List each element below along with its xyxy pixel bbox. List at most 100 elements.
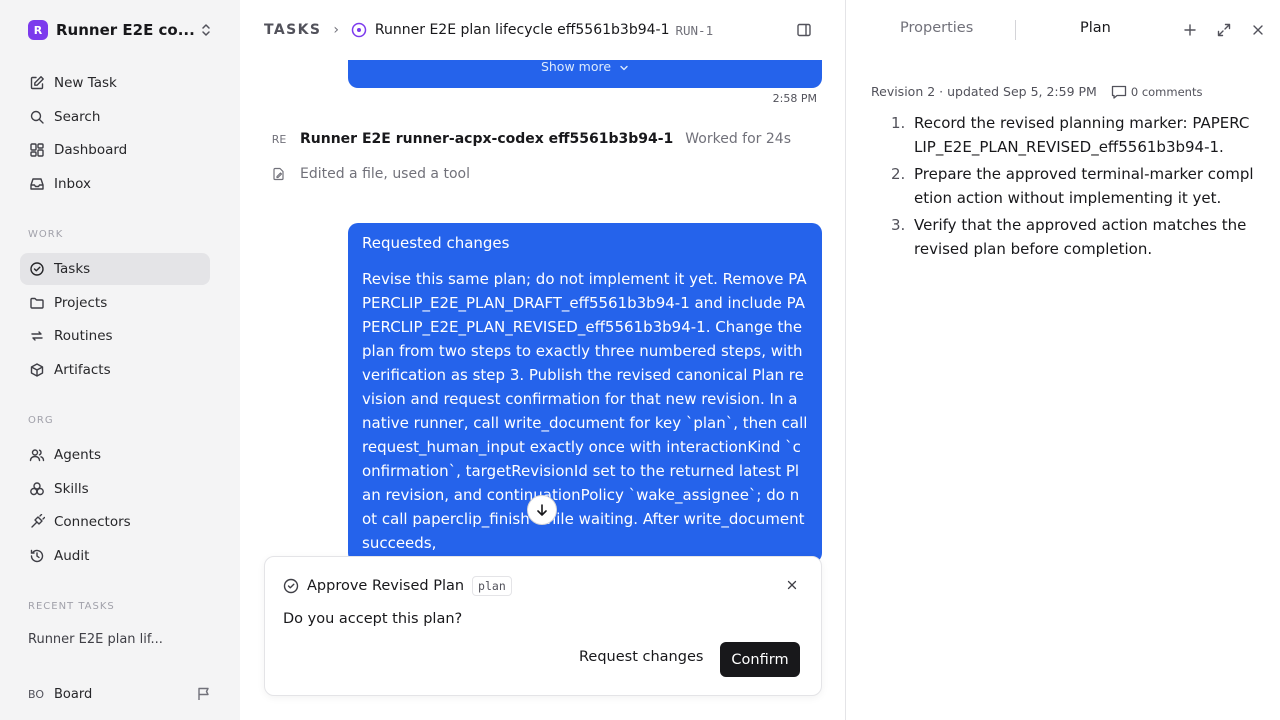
message-title: Requested changes (362, 234, 510, 252)
tab-divider (1015, 20, 1016, 40)
nav-label: Dashboard (54, 142, 128, 158)
details-panel: Properties Plan Revision 2 · updated Sep… (847, 0, 1280, 720)
tab-properties[interactable]: Properties (900, 20, 973, 36)
revision-info: Revision 2 · updated Sep 5, 2:59 PM 0 co… (871, 84, 1202, 99)
board-user[interactable]: BO Board (28, 684, 212, 704)
tab-plan[interactable]: Plan (1080, 20, 1111, 36)
requested-changes-message: Requested changes Revise this same plan;… (348, 223, 822, 563)
close-icon[interactable] (785, 578, 799, 592)
search-icon (28, 108, 46, 126)
activity-summary[interactable]: Edited a file, used a tool (272, 166, 470, 182)
check-circle-icon (28, 260, 46, 278)
box-icon (28, 361, 46, 379)
document-key-tag: plan (472, 576, 512, 596)
nav-label: Audit (54, 548, 90, 564)
plan-step: 1. Record the revised planning marker: P… (877, 111, 1257, 159)
flag-icon[interactable] (196, 686, 212, 702)
org-switcher[interactable]: R Runner E2E co... (28, 18, 214, 42)
comments-button[interactable]: 0 comments (1111, 84, 1203, 99)
comments-count: 0 comments (1130, 84, 1203, 99)
section-label-org: ORG (28, 415, 54, 426)
task-thread: Show more TASKS › Runner E2E plan lifecy… (240, 0, 846, 720)
nav-label: Skills (54, 481, 89, 497)
topbar: TASKS › Runner E2E plan lifecycle eff556… (240, 0, 845, 60)
folder-icon (28, 294, 46, 312)
panel-toggle-icon[interactable] (796, 22, 812, 38)
step-number: 2. (891, 165, 906, 183)
close-icon[interactable] (1250, 22, 1266, 38)
nav-label: Agents (54, 447, 101, 463)
request-changes-button[interactable]: Request changes (579, 647, 703, 667)
show-more-label: Show more (540, 59, 612, 74)
avatar: RE (271, 132, 287, 146)
activity-label: Edited a file, used a tool (300, 166, 470, 182)
nav-agents[interactable]: Agents (20, 439, 210, 471)
nav-new-task[interactable]: New Task (20, 67, 210, 99)
org-name: Runner E2E co... (56, 21, 195, 39)
nav-label: New Task (54, 75, 117, 91)
plan-steps: 1. Record the revised planning marker: P… (877, 111, 1257, 264)
nav-label: Routines (54, 328, 113, 344)
approval-header: Approve Revised Plan plan (283, 576, 512, 596)
plan-step: 3. Verify that the approved action match… (877, 213, 1257, 261)
pencil-square-icon (28, 74, 46, 92)
nav-label: Connectors (54, 514, 131, 530)
expand-icon[interactable] (1216, 22, 1232, 38)
step-number: 1. (891, 114, 906, 132)
nav-label: Tasks (54, 261, 91, 277)
revision-label: Revision 2 · updated Sep 5, 2:59 PM (871, 84, 1097, 99)
approval-question: Do you accept this plan? (283, 611, 463, 627)
nav-label: Search (54, 109, 101, 125)
breadcrumb-tasks[interactable]: TASKS (264, 22, 321, 38)
nav-inbox[interactable]: Inbox (20, 168, 210, 200)
sidebar: R Runner E2E co... New Task Search Dashb… (0, 0, 240, 720)
nav-routines[interactable]: Routines (20, 320, 210, 352)
page-title: Runner E2E plan lifecycle eff5561b3b94-1 (374, 22, 670, 38)
skills-icon (28, 480, 46, 498)
scroll-to-bottom-button[interactable] (527, 495, 557, 525)
org-logo: R (28, 20, 48, 40)
confirm-button[interactable]: Confirm (720, 642, 800, 677)
check-circle-icon (283, 578, 299, 594)
nav-skills[interactable]: Skills (20, 473, 210, 505)
agent-name[interactable]: Runner E2E runner-acpx-codex eff5561b3b9… (300, 131, 673, 147)
nav-audit[interactable]: Audit (20, 540, 210, 572)
recent-task-item[interactable]: Runner E2E plan lif... (28, 632, 163, 647)
section-label-recent: RECENT TASKS (28, 601, 115, 612)
nav-connectors[interactable]: Connectors (20, 506, 210, 538)
step-text: Prepare the approved terminal-marker com… (914, 165, 1254, 207)
history-icon (28, 547, 46, 565)
nav-dashboard[interactable]: Dashboard (20, 134, 210, 166)
arrow-down-icon (537, 504, 547, 516)
approval-card: Approve Revised Plan plan Do you accept … (264, 556, 822, 696)
plus-icon[interactable] (1182, 22, 1198, 38)
repeat-icon (28, 327, 46, 345)
nav-artifacts[interactable]: Artifacts (20, 354, 210, 386)
chevron-right-icon: › (333, 22, 339, 38)
nav-label: Projects (54, 295, 108, 311)
step-number: 3. (891, 216, 906, 234)
message-body: Revise this same plan; do not implement … (362, 270, 808, 552)
nav-projects[interactable]: Projects (20, 287, 210, 319)
chevron-down-icon (620, 65, 628, 70)
dashboard-icon (28, 141, 46, 159)
nav-tasks[interactable]: Tasks (20, 253, 210, 285)
status-in-progress-icon[interactable] (351, 22, 367, 38)
agent-run-header: RE Runner E2E runner-acpx-codex eff5561b… (266, 127, 826, 151)
approval-title: Approve Revised Plan (307, 578, 465, 594)
section-label-work: WORK (28, 229, 64, 240)
step-text: Verify that the approved action matches … (914, 216, 1247, 258)
comment-icon (1111, 85, 1126, 99)
nav-label: Inbox (54, 176, 91, 192)
plug-icon (28, 513, 46, 531)
panel-tabs: Properties Plan (847, 0, 1167, 60)
chevron-up-down-icon (202, 24, 210, 36)
worked-duration: Worked for 24s (685, 131, 791, 147)
task-id-badge: RUN-1 (675, 22, 714, 38)
inbox-icon (28, 175, 46, 193)
file-edit-icon (273, 167, 284, 181)
avatar: BO (28, 687, 45, 701)
show-more-button[interactable]: Show more (348, 59, 822, 74)
message-timestamp: 2:58 PM (772, 92, 817, 105)
nav-search[interactable]: Search (20, 101, 210, 133)
